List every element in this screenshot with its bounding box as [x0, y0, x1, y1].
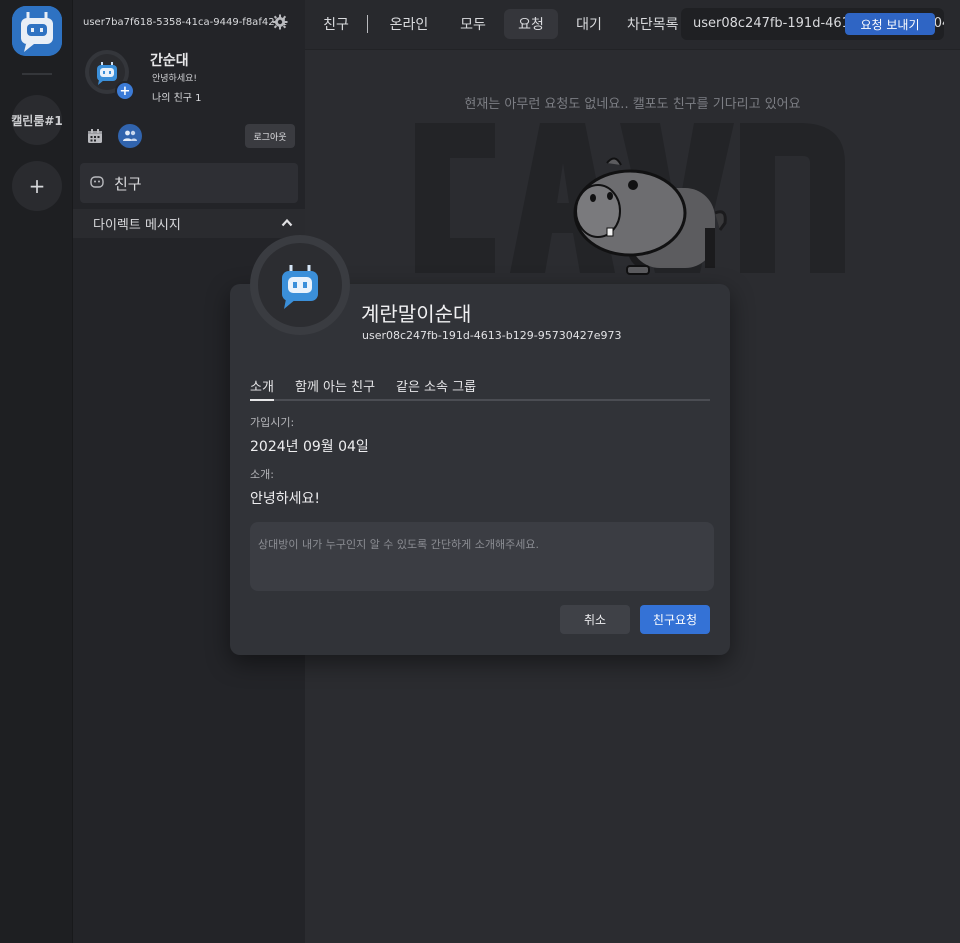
rail-divider: [22, 73, 52, 75]
tab-divider: [367, 15, 368, 33]
plus-icon: +: [28, 174, 46, 198]
logout-button[interactable]: 로그아웃: [245, 124, 295, 148]
profile-display-name: 계란말이순대: [361, 302, 472, 326]
top-tab-bar: 친구 온라인 모두 요청 대기 차단목록 user08c247fb-191d-4…: [305, 0, 960, 50]
add-server-button[interactable]: +: [12, 161, 62, 211]
profile-avatar: [250, 235, 350, 335]
tab-friends[interactable]: 친구: [317, 9, 355, 39]
gear-icon[interactable]: [272, 14, 288, 30]
friend-count: 나의 친구 1: [152, 93, 202, 104]
joined-label: 가입시기:: [250, 416, 295, 429]
request-message-input[interactable]: [250, 522, 714, 591]
tab-requests[interactable]: 요청: [504, 9, 558, 39]
server-name: 캘린룸#1: [11, 113, 63, 128]
plus-icon: +: [119, 83, 131, 99]
dm-section-header[interactable]: 다이렉트 메시지: [73, 209, 305, 238]
intro-label: 소개:: [250, 468, 274, 481]
empty-state-message: 현재는 아무런 요청도 없네요.. 캘포도 친구를 기다리고 있어요: [464, 97, 801, 112]
tab-pending[interactable]: 대기: [569, 9, 609, 39]
joined-date: 2024년 09월 04일: [250, 439, 369, 455]
calendar-icon[interactable]: [87, 128, 103, 144]
send-request-button[interactable]: 요청 보내기: [845, 13, 935, 35]
cancel-button[interactable]: 취소: [560, 605, 630, 634]
friends-group-icon[interactable]: [118, 124, 142, 148]
friend-request-dialog: 계란말이순대 user08c247fb-191d-4613-b129-95730…: [230, 284, 730, 655]
add-status-button[interactable]: +: [115, 81, 135, 101]
robot-avatar-icon: [258, 243, 342, 327]
tab-online[interactable]: 온라인: [383, 9, 435, 39]
send-friend-request-button[interactable]: 친구요청: [640, 605, 710, 634]
my-username: 간순대: [150, 53, 189, 69]
tab-all[interactable]: 모두: [453, 9, 493, 39]
tab-intro[interactable]: 소개: [250, 376, 274, 401]
sidebar-item-label: 친구: [114, 174, 142, 193]
profile-user-id: user08c247fb-191d-4613-b129-95730427e973: [362, 329, 622, 342]
friend-search-bar: user08c247fb-191d-4613-b129-95730427e973…: [681, 8, 944, 40]
app-logo-icon[interactable]: [12, 6, 62, 56]
friend-face-icon: [90, 174, 104, 193]
intro-text: 안녕하세요!: [250, 491, 321, 507]
sidebar-item-friends[interactable]: 친구: [80, 163, 298, 203]
server-button[interactable]: 캘린룸#1: [11, 95, 63, 145]
my-user-id: user7ba7f618-5358-41ca-9449-f8af4241: [83, 17, 288, 28]
chevron-up-icon[interactable]: [281, 217, 293, 229]
empty-state-illustration: [415, 123, 845, 275]
profile-tabs: 소개 함께 아는 친구 같은 소속 그룹: [250, 374, 710, 401]
tab-shared-groups[interactable]: 같은 소속 그룹: [396, 376, 476, 395]
my-status-message: 안녕하세요!: [152, 74, 198, 84]
dm-section-label: 다이렉트 메시지: [93, 218, 181, 233]
server-rail: 캘린룸#1 +: [0, 0, 73, 943]
tab-mutual-friends[interactable]: 함께 아는 친구: [295, 376, 375, 395]
